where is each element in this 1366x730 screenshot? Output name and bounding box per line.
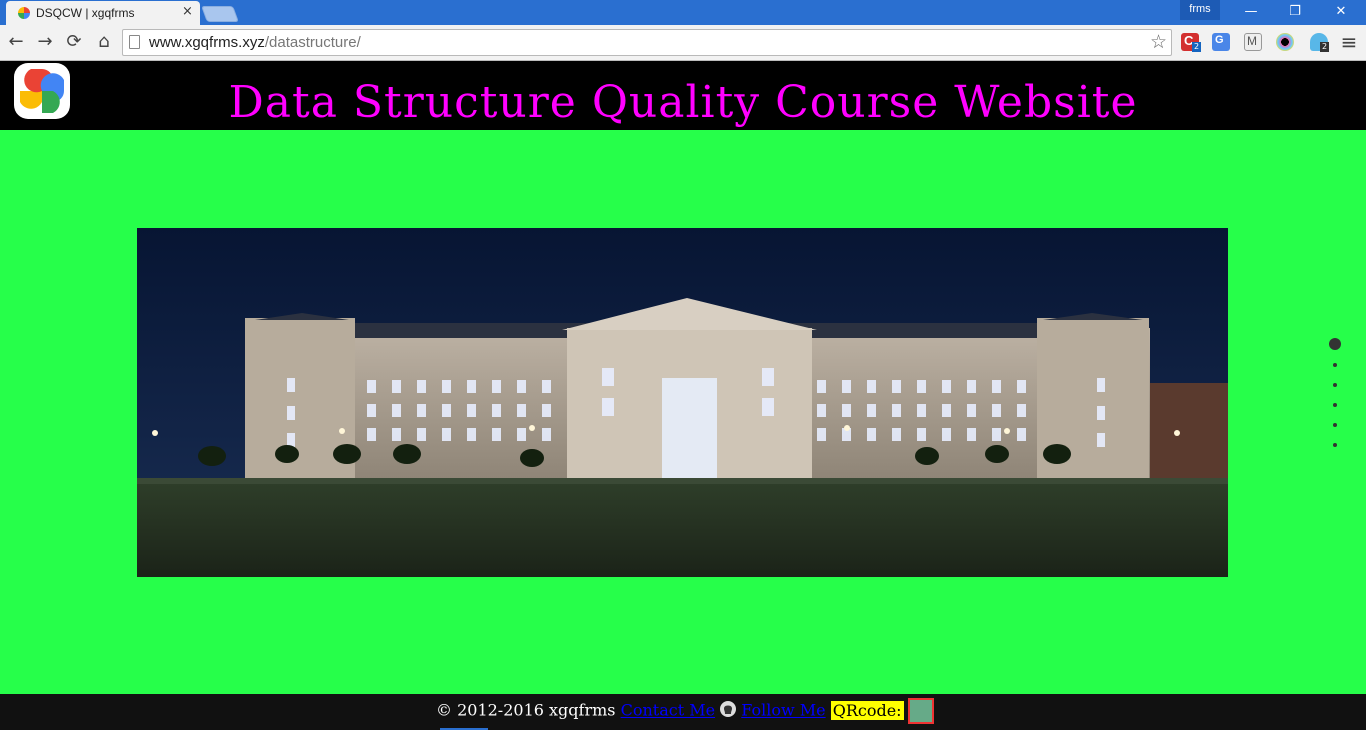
extension-badge: 2	[1320, 42, 1330, 52]
site-header: Data Structure Quality Course Website	[0, 61, 1366, 130]
minimize-button[interactable]: —	[1228, 0, 1274, 24]
url-host: www.xgqfrms.xyz	[149, 34, 265, 51]
back-arrow-icon[interactable]: ←	[4, 31, 28, 53]
google-translate-icon[interactable]: G	[1212, 33, 1230, 51]
profile-button[interactable]: frms	[1180, 0, 1220, 20]
reload-icon[interactable]: ⟳	[62, 31, 86, 53]
slider-dot[interactable]	[1333, 363, 1337, 367]
extension-badge: 2	[1192, 42, 1202, 52]
slider-dot[interactable]	[1333, 403, 1337, 407]
contact-me-link[interactable]: Contact Me	[621, 701, 715, 720]
restore-button[interactable]: ❐	[1272, 0, 1318, 24]
slider-dot[interactable]	[1333, 383, 1337, 387]
close-window-button[interactable]: ✕	[1318, 0, 1364, 24]
c-extension-icon[interactable]: C 2	[1181, 33, 1202, 52]
page-title: Data Structure Quality Course Website	[228, 77, 1138, 128]
copyright-text: © 2012-2016 xgqfrms	[436, 700, 616, 720]
qrcode-label: QRcode:	[830, 700, 904, 720]
new-tab-button[interactable]	[201, 6, 239, 22]
address-url[interactable]: www.xgqfrms.xyz/datastructure/	[149, 34, 361, 51]
follow-me-link[interactable]: Follow Me	[741, 701, 825, 720]
slider-dot[interactable]	[1333, 423, 1337, 427]
pinwheel-favicon-icon	[18, 7, 30, 19]
footer-content: © 2012-2016 xgqfrms Contact Me Follow Me…	[436, 698, 934, 724]
site-footer: © 2012-2016 xgqfrms Contact Me Follow Me…	[0, 694, 1366, 730]
browser-tab-active[interactable]: DSQCW | xgqfrms ×	[6, 1, 200, 25]
url-path: /datastructure/	[264, 34, 361, 51]
tab-close-icon[interactable]: ×	[182, 5, 193, 19]
tab-title: DSQCW | xgqfrms	[36, 6, 135, 20]
browser-title-bar: DSQCW | xgqfrms × frms — ❐ ✕	[0, 0, 1366, 25]
qrcode-image[interactable]	[907, 698, 934, 724]
bookmark-star-icon[interactable]: ☆	[1150, 31, 1167, 53]
gmail-checker-icon[interactable]: M	[1244, 33, 1262, 51]
home-icon[interactable]: ⌂	[92, 31, 116, 53]
browser-toolbar: ← → ⟳ ⌂ www.xgqfrms.xyz/datastructure/ ☆…	[0, 25, 1366, 61]
github-octocat-icon	[720, 700, 737, 717]
slider-dot-active[interactable]	[1329, 338, 1341, 350]
forward-arrow-icon[interactable]: →	[33, 31, 57, 53]
page-icon	[129, 35, 140, 49]
address-bar[interactable]: www.xgqfrms.xyz/datastructure/ ☆	[122, 29, 1172, 56]
slider-dot[interactable]	[1333, 443, 1337, 447]
slider-pagination	[1322, 338, 1348, 453]
hero-slider-image[interactable]	[137, 228, 1228, 577]
ghostery-icon[interactable]: 2	[1310, 33, 1330, 52]
color-picker-icon[interactable]	[1276, 33, 1294, 51]
university-building-night-image	[137, 228, 1228, 577]
menu-icon[interactable]: ≡	[1337, 31, 1361, 53]
